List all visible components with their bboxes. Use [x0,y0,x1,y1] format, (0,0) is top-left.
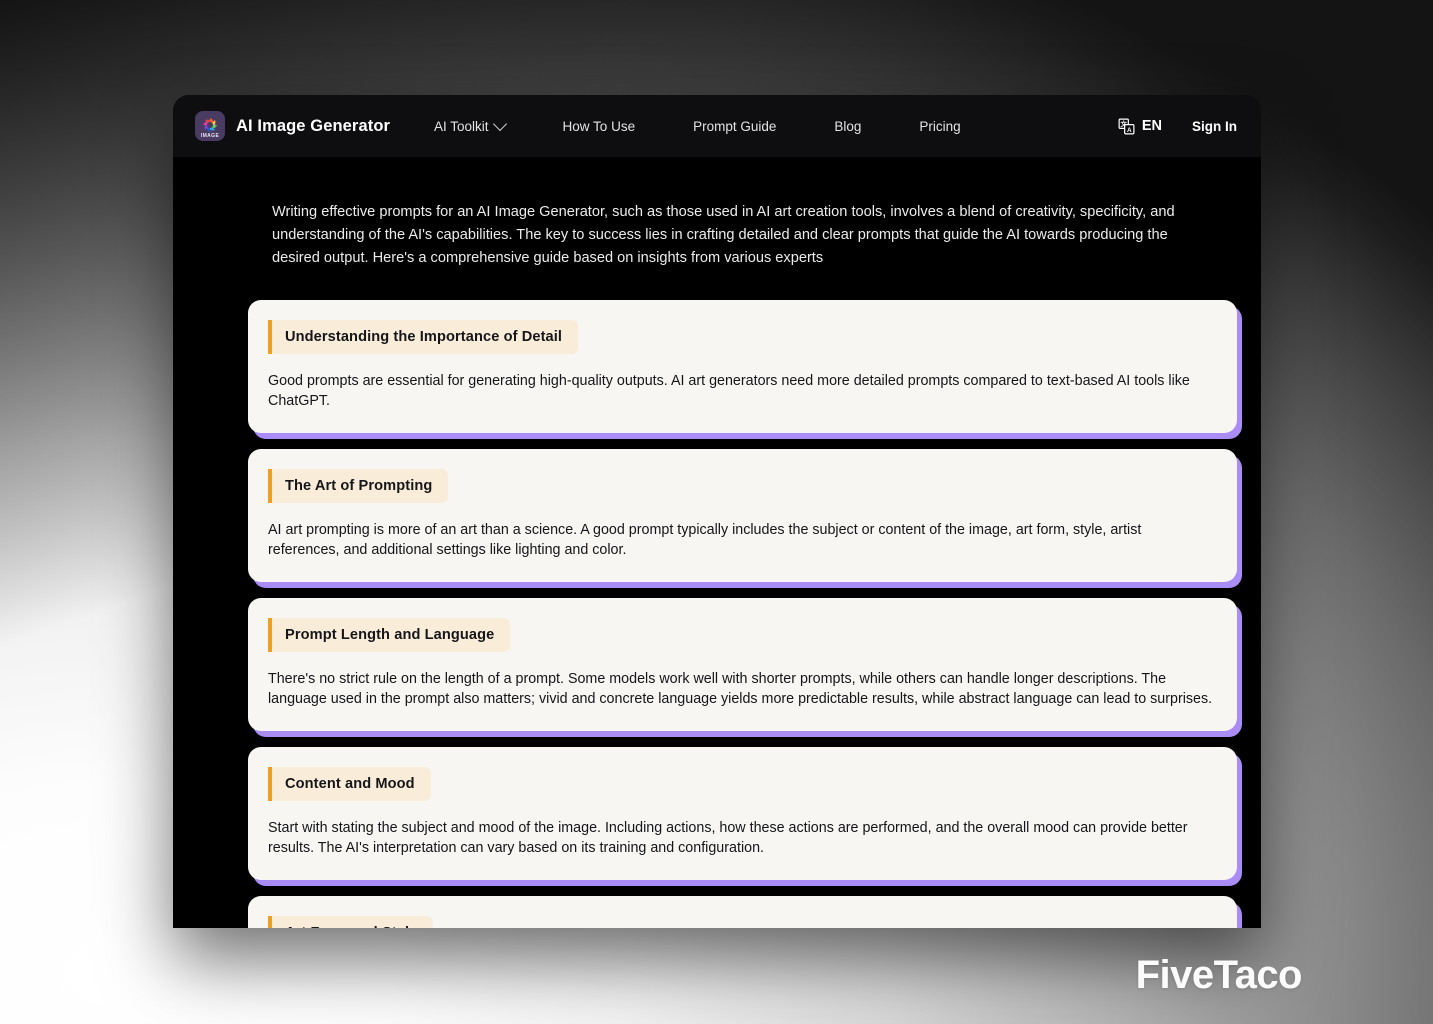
guide-card-body: Start with stating the subject and mood … [268,820,1188,857]
guide-card-body: Good prompts are essential for generatin… [268,373,1190,410]
language-switcher[interactable]: 文 A EN [1118,118,1162,135]
guide-card-title: Prompt Length and Language [268,618,511,653]
guide-card-body: There's no strict rule on the length of … [268,671,1213,708]
main-nav: AI Toolkit How To Use Prompt Guide Blog … [434,113,961,140]
language-label: EN [1141,118,1162,134]
brand-logo-link[interactable]: IMAGE AI Image Generator [195,111,390,141]
guide-card: Understanding the Importance of Detail G… [248,300,1237,434]
image-flower-logo-icon: IMAGE [195,111,225,141]
nav-item-pricing[interactable]: Pricing [919,113,960,140]
guide-card: Art Form and Style [248,896,1237,928]
app-window: IMAGE AI Image Generator AI Toolkit How … [173,95,1261,928]
guide-card-title: Understanding the Importance of Detail [268,320,579,355]
guide-card: Prompt Length and Language There's no st… [248,598,1237,732]
page-body: Writing effective prompts for an AI Imag… [173,157,1261,928]
sign-in-button[interactable]: Sign In [1192,119,1237,134]
intro-paragraph: Writing effective prompts for an AI Imag… [272,204,1175,267]
nav-item-blog[interactable]: Blog [834,113,861,140]
header-actions: 文 A EN Sign In [1118,118,1237,135]
translate-icon: 文 A [1118,118,1135,134]
guide-card: Content and Mood Start with stating the … [248,747,1237,881]
guide-card: The Art of Prompting AI art prompting is… [248,449,1237,583]
brand-name: AI Image Generator [236,116,391,135]
guide-card-title: The Art of Prompting [268,469,449,504]
guide-card-list: Understanding the Importance of Detail G… [197,300,1237,928]
site-header: IMAGE AI Image Generator AI Toolkit How … [173,95,1261,157]
nav-item-prompt-guide[interactable]: Prompt Guide [693,113,776,140]
logo-wordmark: IMAGE [200,133,220,139]
chevron-down-icon [492,116,507,132]
guide-card-title: Art Form and Style [268,916,434,928]
fivetaco-watermark: FiveTaco [1135,953,1303,997]
nav-item-ai-toolkit[interactable]: AI Toolkit [434,113,507,140]
guide-card-body: AI art prompting is more of an art than … [268,522,1142,559]
nav-item-how-to-use[interactable]: How To Use [563,113,636,140]
svg-text:A: A [1127,126,1132,133]
guide-card-title: Content and Mood [268,767,431,802]
nav-item-label: AI Toolkit [434,118,489,134]
